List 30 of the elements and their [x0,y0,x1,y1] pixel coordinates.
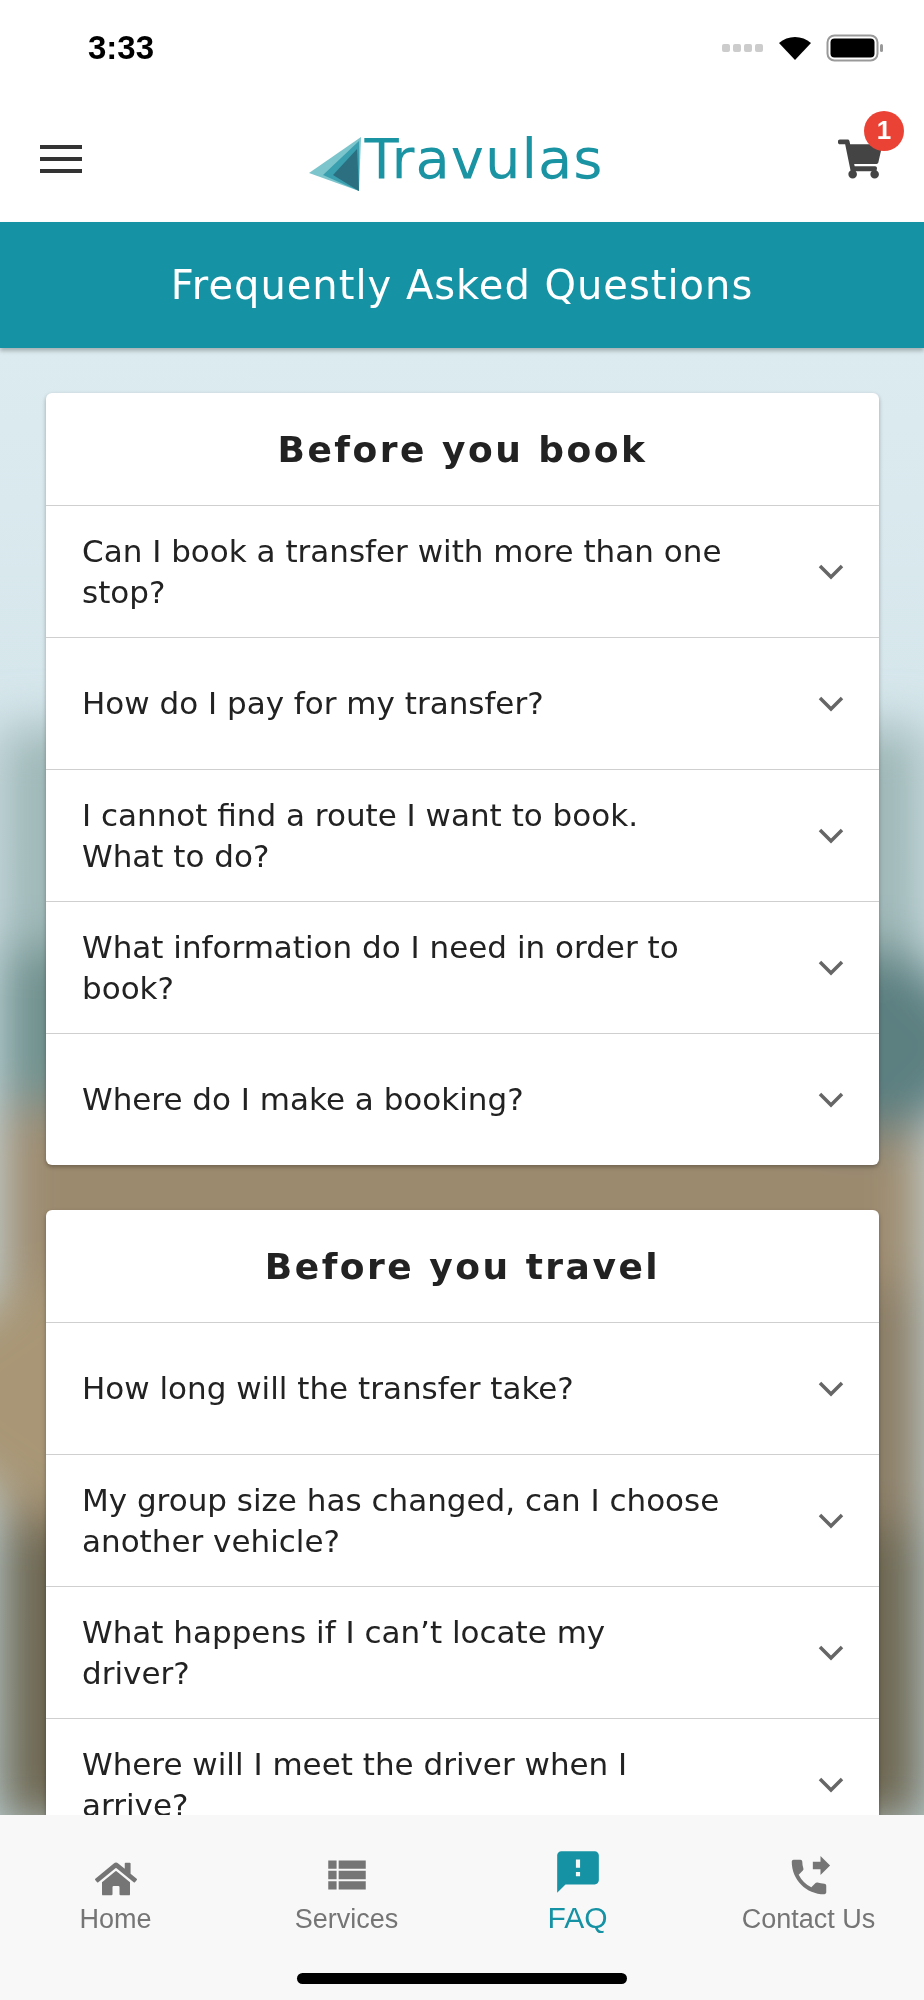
status-time: 3:33 [88,28,155,67]
tab-item[interactable]: Home [0,1815,231,1935]
question-text: My group size has changed, can I choose another vehicle? [82,1480,721,1561]
faq-row[interactable]: How long will the transfer take? [46,1322,879,1454]
question-text: I cannot find a route I want to book. What to do? [82,795,640,876]
menu-icon[interactable] [40,143,82,174]
question-text: How long will the transfer take? [82,1369,575,1408]
logo-text: Travulas [364,126,604,191]
tab-item[interactable]: Contact Us [693,1815,924,1935]
battery-icon [826,33,884,62]
faq-row[interactable]: What information do I need in order to book? [46,901,879,1033]
question-text: Where do I make a booking? [82,1080,525,1119]
question-text: What information do I need in order to book? [82,927,680,1008]
section-title: Before you book [277,428,648,470]
faq-row[interactable]: How do I pay for my transfer? [46,637,879,769]
faq-row[interactable]: My group size has changed, can I choose another vehicle? [46,1454,879,1586]
cart-count: 1 [864,110,904,151]
logo-icon [308,137,361,191]
tab-item[interactable]: Services [231,1815,462,1935]
section-title: Before you travel [264,1245,661,1287]
question-text: What happens if I can’t locate my driver? [82,1612,607,1693]
faq-row[interactable]: Can I book a transfer with more than one stop? [46,505,879,637]
signal-icon [722,42,764,53]
faq-row[interactable]: Where do I make a booking? [46,1033,879,1165]
question-text: How do I pay for my transfer? [82,684,545,723]
faq-row[interactable]: What happens if I can’t locate my driver? [46,1586,879,1718]
page-title: Frequently Asked Questions [170,262,754,308]
question-text: Can I book a transfer with more than one stop? [82,531,722,612]
wifi-icon [778,34,812,61]
faq-row[interactable]: I cannot find a route I want to book. What to do? [46,769,879,901]
